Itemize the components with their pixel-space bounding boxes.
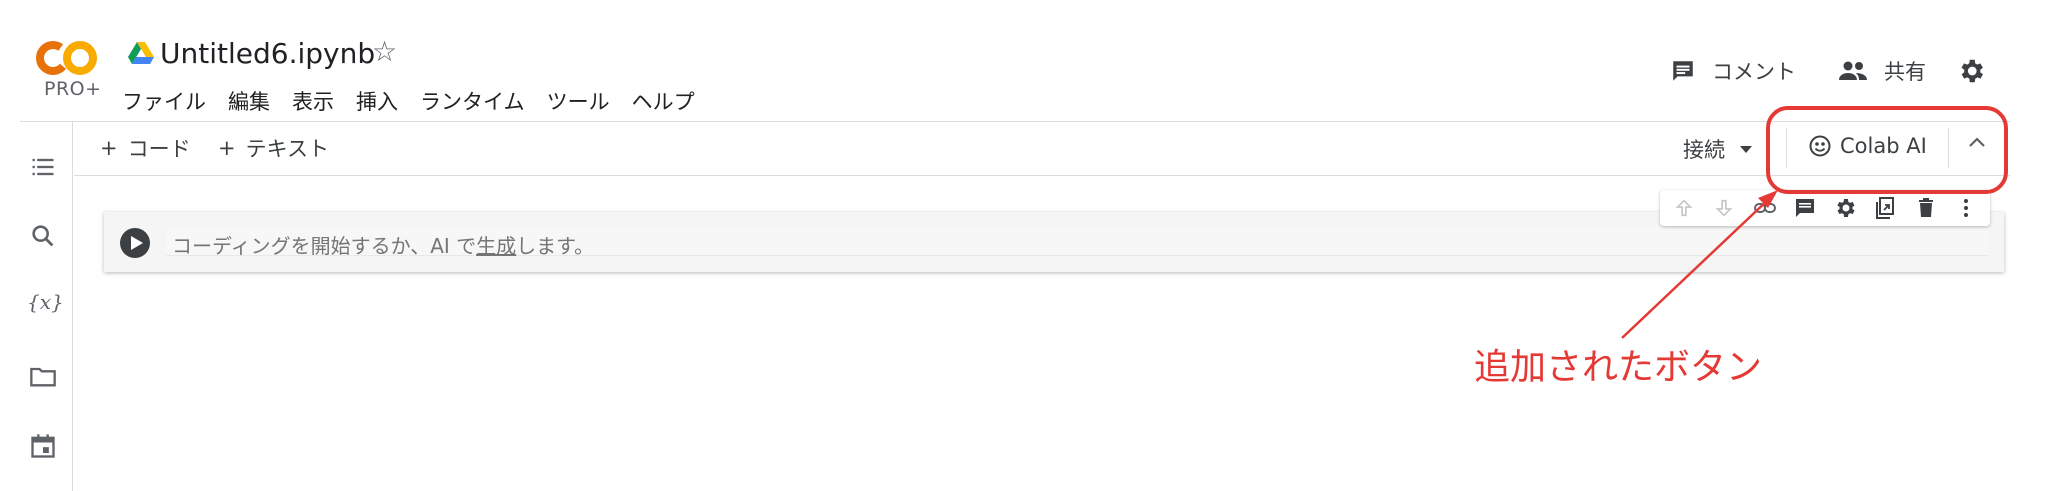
search-icon[interactable] [29, 222, 57, 250]
more-vert-icon [1963, 199, 1968, 217]
link-icon [1753, 203, 1776, 213]
gear-icon [1961, 59, 1983, 83]
mirror-cell-button[interactable] [1872, 195, 1898, 221]
move-down-button[interactable] [1711, 195, 1737, 221]
pro-plus-label: PRO+ [44, 78, 102, 100]
menu-insert[interactable]: 挿入 [356, 86, 398, 116]
run-cell-button[interactable] [120, 228, 150, 258]
annotation-label: 追加されたボタン [1474, 347, 1763, 388]
settings-button[interactable] [1956, 56, 1986, 90]
menu-edit[interactable]: 編集 [228, 86, 270, 116]
plus-icon: + [218, 136, 236, 160]
menu-help[interactable]: ヘルプ [632, 86, 695, 116]
arrow-up-icon [1675, 199, 1693, 217]
move-up-button[interactable] [1671, 195, 1697, 221]
share-label: 共有 [1884, 60, 1926, 84]
annotation-highlight-box [1766, 106, 2008, 194]
comment-button[interactable]: コメント [1670, 56, 1796, 86]
comment-label: コメント [1712, 60, 1796, 84]
menu-view[interactable]: 表示 [292, 86, 334, 116]
header-divider [20, 121, 2010, 122]
cell-settings-button[interactable] [1832, 195, 1858, 221]
plus-icon: + [100, 136, 118, 160]
people-icon [1839, 61, 1867, 80]
cell-toolbar [1660, 190, 1990, 226]
colab-logo [36, 41, 97, 75]
caret-down-icon [1740, 146, 1752, 153]
variables-icon[interactable]: {x} [27, 290, 64, 318]
add-code-label: コード [127, 137, 191, 161]
table-of-contents-icon[interactable] [29, 153, 57, 181]
open-in-tab-icon [1876, 197, 1895, 219]
add-comment-button[interactable] [1792, 195, 1818, 221]
more-options-button[interactable] [1953, 195, 1979, 221]
google-drive-icon[interactable] [128, 42, 154, 64]
delete-cell-button[interactable] [1913, 195, 1939, 221]
placeholder-text-end: します。 [516, 234, 595, 258]
trash-icon [1918, 198, 1933, 217]
toolbar-divider [74, 175, 2010, 176]
cell-placeholder: コーディングを開始するか、AI で生成します。 [172, 230, 594, 259]
comment-icon [1795, 199, 1814, 217]
star-icon[interactable]: ☆ [372, 38, 397, 66]
folder-icon[interactable] [29, 362, 57, 390]
menu-file[interactable]: ファイル [122, 86, 206, 116]
link-button[interactable] [1752, 195, 1778, 221]
add-text-label: テキスト [245, 137, 329, 161]
gear-icon [1837, 199, 1855, 217]
menu-tools[interactable]: ツール [547, 86, 610, 116]
connect-button[interactable]: 接続 [1683, 134, 1753, 164]
calendar-icon[interactable] [29, 432, 57, 460]
add-text-button[interactable]: + テキスト [218, 133, 329, 163]
placeholder-text: コーディングを開始するか、AI で [172, 234, 477, 258]
menu-bar: ファイル 編集 表示 挿入 ランタイム ツール ヘルプ [122, 86, 695, 116]
add-code-button[interactable]: + コード [100, 133, 191, 163]
generate-link[interactable]: 生成 [476, 234, 516, 258]
notebook-title[interactable]: Untitled6.ipynb [160, 37, 375, 70]
sidebar-divider [72, 122, 73, 491]
connect-label: 接続 [1683, 138, 1725, 162]
comment-icon [1673, 61, 1693, 81]
menu-runtime[interactable]: ランタイム [420, 86, 525, 116]
share-button[interactable]: 共有 [1838, 56, 1926, 86]
arrow-down-icon [1715, 199, 1733, 217]
